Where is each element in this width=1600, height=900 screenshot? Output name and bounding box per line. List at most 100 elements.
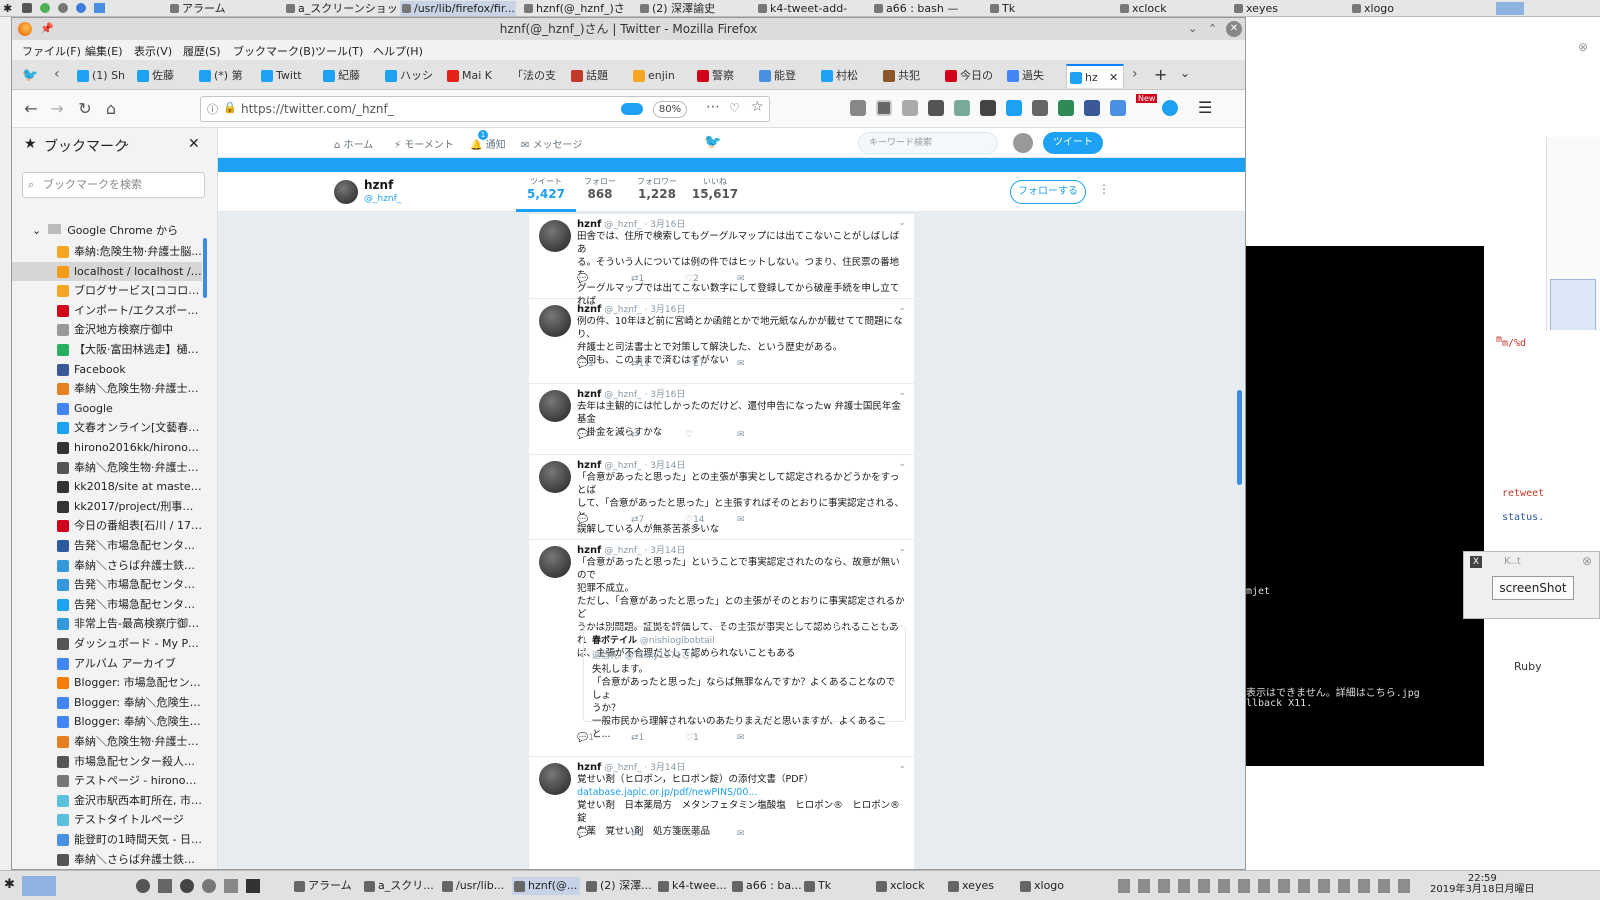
- retweet-icon[interactable]: ⇄ 1: [631, 274, 644, 284]
- close-icon[interactable]: ⊗: [1582, 554, 1592, 568]
- settings-icon[interactable]: [202, 879, 216, 893]
- nav-messages[interactable]: ✉ メッセージ: [521, 136, 582, 151]
- tab[interactable]: 能登: [756, 64, 816, 88]
- tweet-avatar[interactable]: [539, 763, 571, 795]
- bookmark-item[interactable]: 文春オンライン[文藝春秋](...: [12, 418, 202, 437]
- bookmark-item[interactable]: 【大阪·富田林逃走】樋田容: [12, 340, 202, 359]
- tab[interactable]: 話題: [568, 64, 628, 88]
- url-bar[interactable]: ⓘ 🔒 https://twitter.com/_hznf_ 80% ⋯ ♡ ☆: [200, 96, 770, 122]
- app-menu-icon[interactable]: ✱: [4, 877, 15, 892]
- launcher-icon[interactable]: [136, 879, 150, 893]
- message-icon[interactable]: ✉: [737, 515, 745, 525]
- tweet-date[interactable]: · 3月14日: [644, 461, 685, 471]
- pager-icon[interactable]: [1496, 2, 1524, 15]
- folder-expand-icon[interactable]: ⌄: [32, 224, 41, 237]
- launcher-icon[interactable]: [22, 3, 32, 13]
- zoom-level[interactable]: 80%: [653, 101, 687, 118]
- bookmark-item[interactable]: 告発＼市場急配センター殺: [12, 575, 202, 594]
- close-window-icon[interactable]: ✕: [1226, 21, 1242, 37]
- bookmark-item[interactable]: Facebook: [12, 360, 202, 379]
- menu-history[interactable]: 履歴(S): [183, 43, 221, 59]
- window-close-icon[interactable]: ⊗: [1578, 40, 1588, 54]
- menu-tools[interactable]: ツール(T): [315, 43, 363, 59]
- grid-icon[interactable]: [928, 100, 944, 116]
- reply-icon[interactable]: 💬 1: [577, 733, 594, 743]
- tweet[interactable]: hznf @_hznf_ · 3月16日 ⌄ 去年は主観的には忙しかったのだけど、還…: [529, 384, 914, 455]
- stat-tweets[interactable]: ツイート 5,427: [516, 176, 576, 212]
- bookmark-item[interactable]: 告発＼市場急配センター殺: [12, 595, 202, 614]
- reply-icon[interactable]: 💬: [577, 430, 588, 440]
- twitter-logo-icon[interactable]: 🐦: [704, 134, 721, 150]
- tweet-author[interactable]: hznf: [577, 460, 601, 471]
- tab[interactable]: (*) 第: [196, 64, 256, 88]
- tweet-avatar[interactable]: [539, 546, 571, 578]
- bookmark-item[interactable]: インポート/エクスポート - 日: [12, 301, 202, 320]
- tweet-date[interactable]: · 3月16日: [644, 305, 685, 315]
- bottom-task[interactable]: hznf(@...: [512, 877, 580, 895]
- tweet-avatar[interactable]: [539, 390, 571, 422]
- twitter-pinned-icon[interactable]: 🐦: [22, 68, 38, 83]
- tab-scroll-right-icon[interactable]: ›: [1132, 66, 1138, 82]
- globe-icon[interactable]: [76, 3, 86, 13]
- reply-icon[interactable]: 💬 1: [577, 359, 594, 369]
- screenshot-button[interactable]: screenShot: [1492, 576, 1574, 600]
- sidebar-scrollbar[interactable]: [203, 238, 207, 298]
- tweet-link[interactable]: database.japic.or.jp/pdf/newPINS/00...: [577, 786, 907, 799]
- bookmark-item[interactable]: 告発＼市場急配センター殺: [12, 536, 202, 555]
- message-icon[interactable]: ✉: [737, 430, 745, 440]
- nav-home[interactable]: ⌂ ホーム: [334, 136, 373, 151]
- tweet-button[interactable]: ツイート: [1043, 132, 1103, 154]
- reply-icon[interactable]: 💬: [577, 515, 588, 525]
- home-icon[interactable]: ⌂: [100, 98, 122, 120]
- tab[interactable]: Mai K: [444, 64, 504, 88]
- tab[interactable]: 「法の支: [506, 64, 566, 88]
- tab[interactable]: 今日の: [942, 64, 1002, 88]
- window-icon[interactable]: [94, 3, 105, 13]
- reply-icon[interactable]: 💬: [577, 274, 588, 284]
- clock[interactable]: 22:59 2019年3月18日月曜日: [1430, 873, 1535, 895]
- tab[interactable]: Twitt: [258, 64, 318, 88]
- reload-icon[interactable]: ↻: [74, 98, 96, 120]
- tab[interactable]: 警察: [694, 64, 754, 88]
- bookmark-item[interactable]: 奉納:危険生物·弁護士脳...: [12, 242, 202, 261]
- bottom-task[interactable]: (2) 深澤...: [584, 877, 652, 895]
- quoted-tweet[interactable]: 春ボテイル @nishiogibobtail 返信先: @Tacky1971さん失…: [583, 626, 906, 740]
- maximize-icon[interactable]: ⌃: [1208, 18, 1217, 40]
- bookmark-search-input[interactable]: ブックマークを検索: [22, 172, 205, 198]
- bookmark-item[interactable]: ブログサービス[ココログ]:...: [12, 281, 202, 300]
- tweet[interactable]: hznf @_hznf_ · 3月16日 ⌄ 田舎では、住所で検索してもグーグルマッ…: [529, 214, 914, 307]
- like-icon[interactable]: ♡ 2: [685, 274, 699, 284]
- bookmark-item[interactable]: ダッシュボード - My Project: [12, 634, 202, 653]
- bookmark-item[interactable]: kk2017/project/刑事司法: [12, 497, 202, 516]
- terminal-icon[interactable]: [246, 879, 260, 893]
- retweet-icon[interactable]: ⇄ 2: [631, 829, 644, 839]
- top-task-6[interactable]: a66 : bash — Kon...: [872, 1, 984, 16]
- bookmark-item[interactable]: Blogger: 奉納＼危険生物...: [12, 712, 202, 731]
- bottom-task[interactable]: k4-twee...: [656, 877, 727, 895]
- tab-close-icon[interactable]: ✕: [1109, 66, 1118, 88]
- ext-icon[interactable]: [1110, 100, 1126, 116]
- top-task-7[interactable]: Tk: [988, 1, 1098, 16]
- bookmark-item[interactable]: hirono2016kk/hirono20...: [12, 438, 202, 457]
- bookmark-folder[interactable]: ⌄ Google Chrome から: [32, 222, 178, 240]
- forward-icon[interactable]: →: [46, 98, 68, 120]
- reply-icon[interactable]: 💬: [577, 829, 588, 839]
- app-menu-icon[interactable]: ✱: [3, 2, 12, 15]
- bookmark-item[interactable]: アルバム アーカイブ: [12, 654, 202, 673]
- bottom-task[interactable]: a66 : ba...: [730, 877, 802, 895]
- profile-avatar[interactable]: [334, 180, 358, 204]
- tweet[interactable]: hznf @_hznf_ · 3月14日 ⌄ 覚せい剤（ヒロポン，ヒロポン錠）の添付…: [529, 757, 914, 869]
- tab[interactable]: (1) Sh: [74, 64, 134, 88]
- tweet-avatar[interactable]: [539, 305, 571, 337]
- tab-scroll-left-icon[interactable]: ‹: [54, 66, 60, 82]
- tab[interactable]: enjin: [630, 64, 692, 88]
- bookmark-star-icon[interactable]: ☆: [751, 99, 764, 115]
- top-task-9[interactable]: xeyes: [1232, 1, 1344, 16]
- tweet-menu-icon[interactable]: ⌄: [898, 544, 906, 554]
- tab[interactable]: 佐藤: [134, 64, 194, 88]
- top-task-3[interactable]: hznf(@_hznf_)さん...: [522, 1, 634, 16]
- tweet-menu-icon[interactable]: ⌄: [898, 303, 906, 313]
- tab[interactable]: 村松: [818, 64, 878, 88]
- bookmark-item[interactable]: Blogger: 市場急配センタ...: [12, 673, 202, 692]
- bookmark-item[interactable]: 非常上告-最高検察庁御中_: [12, 614, 202, 633]
